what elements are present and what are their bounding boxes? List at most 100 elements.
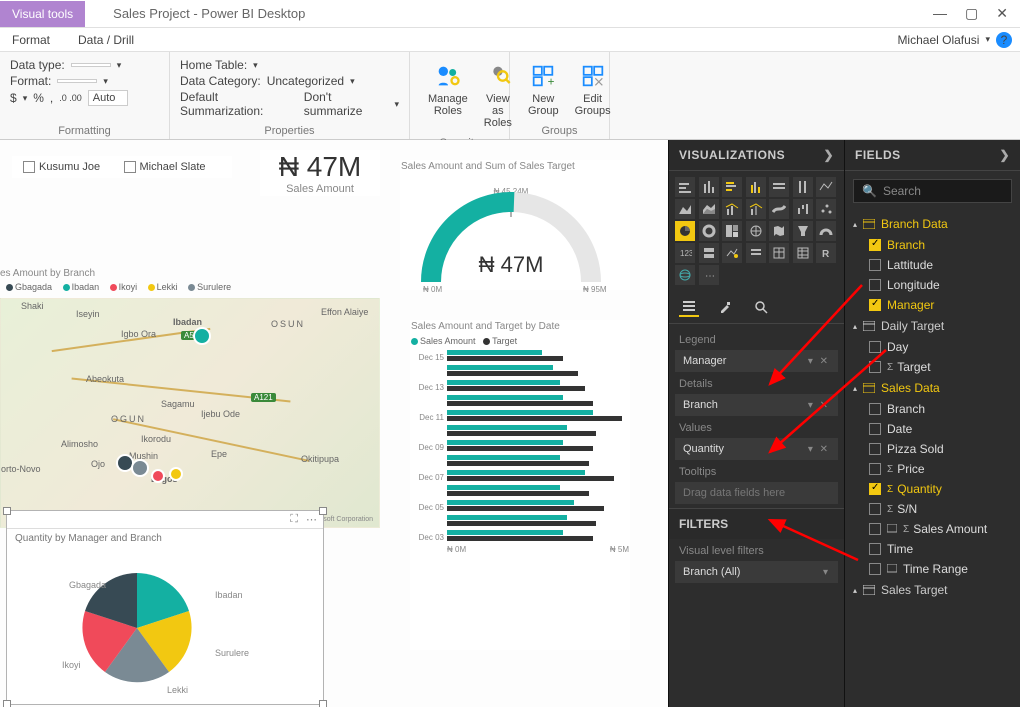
viz-ribbon-icon[interactable] <box>769 199 789 219</box>
collapse-icon[interactable]: ❯ <box>823 148 834 162</box>
collapse-icon[interactable]: ❯ <box>999 148 1010 162</box>
viz-arcgis-icon[interactable] <box>675 265 695 285</box>
viz-stacked-area-icon[interactable] <box>699 199 719 219</box>
viz-table-icon[interactable] <box>769 243 789 263</box>
minimize-icon[interactable]: — <box>933 5 947 22</box>
format-tab-icon[interactable] <box>715 297 735 317</box>
tooltips-well[interactable]: Drag data fields here <box>675 482 838 504</box>
report-canvas[interactable]: Kusumu Joe Michael Slate ₦ 47M Sales Amo… <box>0 140 668 707</box>
viz-line-column-icon[interactable] <box>722 199 742 219</box>
svg-text:Surulere: Surulere <box>215 648 249 658</box>
table-branch-data[interactable]: ▴Branch Data <box>845 213 1020 235</box>
card-value: ₦ 47M <box>261 151 379 183</box>
new-group-button[interactable]: + New Group <box>520 58 567 121</box>
field-manager[interactable]: Manager <box>845 295 1020 315</box>
field-target[interactable]: ΣTarget <box>845 357 1020 377</box>
data-category-value[interactable]: Uncategorized <box>267 74 344 88</box>
viz-gauge-icon[interactable] <box>816 221 836 241</box>
currency-button[interactable]: $ <box>10 91 17 105</box>
table-sales-target[interactable]: ▴Sales Target <box>845 579 1020 601</box>
viz-card-icon[interactable]: 123 <box>675 243 695 263</box>
details-well-label: Details <box>669 372 844 394</box>
viz-100-bar-icon[interactable] <box>769 177 789 197</box>
more-options-icon[interactable]: ⋯ <box>306 513 317 526</box>
legend-well[interactable]: Manager▾ ✕ <box>675 350 838 372</box>
comma-button[interactable]: , <box>50 91 53 105</box>
app-title: Sales Project - Power BI Desktop <box>113 6 305 21</box>
viz-clustered-column-icon[interactable] <box>746 177 766 197</box>
slicer-option[interactable]: Kusumu Joe <box>23 161 100 173</box>
field-pizza-sold[interactable]: Pizza Sold <box>845 439 1020 459</box>
field-day[interactable]: Day <box>845 337 1020 357</box>
slicer-option[interactable]: Michael Slate <box>124 161 206 173</box>
viz-line-clustered-icon[interactable] <box>746 199 766 219</box>
user-name[interactable]: Michael Olafusi <box>897 33 979 47</box>
field-time[interactable]: Time <box>845 539 1020 559</box>
viz-stacked-bar-icon[interactable] <box>675 177 695 197</box>
viz-multi-card-icon[interactable] <box>699 243 719 263</box>
field-longitude[interactable]: Longitude <box>845 275 1020 295</box>
field-branch[interactable]: Branch <box>845 235 1020 255</box>
pie-chart-visual[interactable]: ⛶ ⋯ Quantity by Manager and Branch Gbaga… <box>6 510 324 705</box>
field-date[interactable]: Date <box>845 419 1020 439</box>
viz-treemap-icon[interactable] <box>722 221 742 241</box>
fields-tab-icon[interactable] <box>679 297 699 317</box>
viz-waterfall-icon[interactable] <box>793 199 813 219</box>
viz-100-column-icon[interactable] <box>793 177 813 197</box>
data-type-dropdown[interactable] <box>71 63 111 67</box>
viz-slicer-icon[interactable] <box>746 243 766 263</box>
close-icon[interactable]: ✕ <box>996 5 1008 22</box>
viz-filled-map-icon[interactable] <box>769 221 789 241</box>
field-sd-branch[interactable]: Branch <box>845 399 1020 419</box>
format-dropdown[interactable] <box>57 79 97 83</box>
field-sales-amount[interactable]: ΣSales Amount <box>845 519 1020 539</box>
values-well[interactable]: Quantity▾ ✕ <box>675 438 838 460</box>
card-visual[interactable]: ₦ 47M Sales Amount <box>260 150 380 196</box>
format-label: Format: <box>10 74 51 88</box>
edit-groups-button[interactable]: Edit Groups <box>567 58 619 121</box>
tab-data-drill[interactable]: Data / Drill <box>78 33 134 47</box>
viz-map-icon[interactable] <box>746 221 766 241</box>
focus-mode-icon[interactable]: ⛶ <box>290 513 298 526</box>
analytics-tab-icon[interactable] <box>751 297 771 317</box>
help-icon[interactable]: ? <box>996 32 1012 48</box>
percent-button[interactable]: % <box>33 91 44 105</box>
table-sales-data[interactable]: ▴Sales Data <box>845 377 1020 399</box>
viz-kpi-icon[interactable] <box>722 243 742 263</box>
details-well[interactable]: Branch▾ ✕ <box>675 394 838 416</box>
user-dropdown-icon[interactable]: ▾ <box>985 34 990 45</box>
decimal-auto-dropdown[interactable]: Auto <box>88 90 128 106</box>
manage-roles-button[interactable]: Manage Roles <box>420 58 476 133</box>
table-daily-target[interactable]: ▴Daily Target <box>845 315 1020 337</box>
svg-text:R: R <box>822 249 830 260</box>
bar-chart-visual[interactable]: Sales Amount and Target by Date Sales Am… <box>410 320 630 650</box>
viz-matrix-icon[interactable] <box>793 243 813 263</box>
visual-tools-tab[interactable]: Visual tools <box>0 1 85 27</box>
field-time-range[interactable]: Time Range <box>845 559 1020 579</box>
viz-stacked-column-icon[interactable] <box>699 177 719 197</box>
slicer-visual[interactable]: Kusumu Joe Michael Slate <box>12 156 232 178</box>
viz-donut-icon[interactable] <box>699 221 719 241</box>
svg-text:+: + <box>548 75 555 88</box>
viz-clustered-bar-icon[interactable] <box>722 177 742 197</box>
filter-branch[interactable]: Branch (All)▾ <box>675 561 838 583</box>
field-price[interactable]: ΣPrice <box>845 459 1020 479</box>
viz-pie-icon[interactable] <box>675 221 695 241</box>
viz-r-icon[interactable]: R <box>816 243 836 263</box>
fields-search[interactable]: 🔍 Search <box>853 179 1012 203</box>
tooltips-well-label: Tooltips <box>669 460 844 482</box>
viz-scatter-icon[interactable] <box>816 199 836 219</box>
map-visual[interactable]: A5 A121 Ibadan Igbo Ora OSUN Abeokuta Sa… <box>0 298 380 528</box>
tab-format[interactable]: Format <box>12 33 50 47</box>
field-sn[interactable]: ΣS/N <box>845 499 1020 519</box>
maximize-icon[interactable]: ▢ <box>965 5 978 22</box>
viz-import-icon[interactable]: ⋯ <box>699 265 719 285</box>
field-lattitude[interactable]: Lattitude <box>845 255 1020 275</box>
gauge-visual[interactable]: Sales Amount and Sum of Sales Target ₦ 4… <box>400 160 630 290</box>
viz-area-icon[interactable] <box>675 199 695 219</box>
default-summarization-value[interactable]: Don't summarize <box>304 90 389 118</box>
viz-funnel-icon[interactable] <box>793 221 813 241</box>
viz-line-icon[interactable] <box>816 177 836 197</box>
card-label: Sales Amount <box>261 183 379 195</box>
field-quantity[interactable]: ΣQuantity <box>845 479 1020 499</box>
